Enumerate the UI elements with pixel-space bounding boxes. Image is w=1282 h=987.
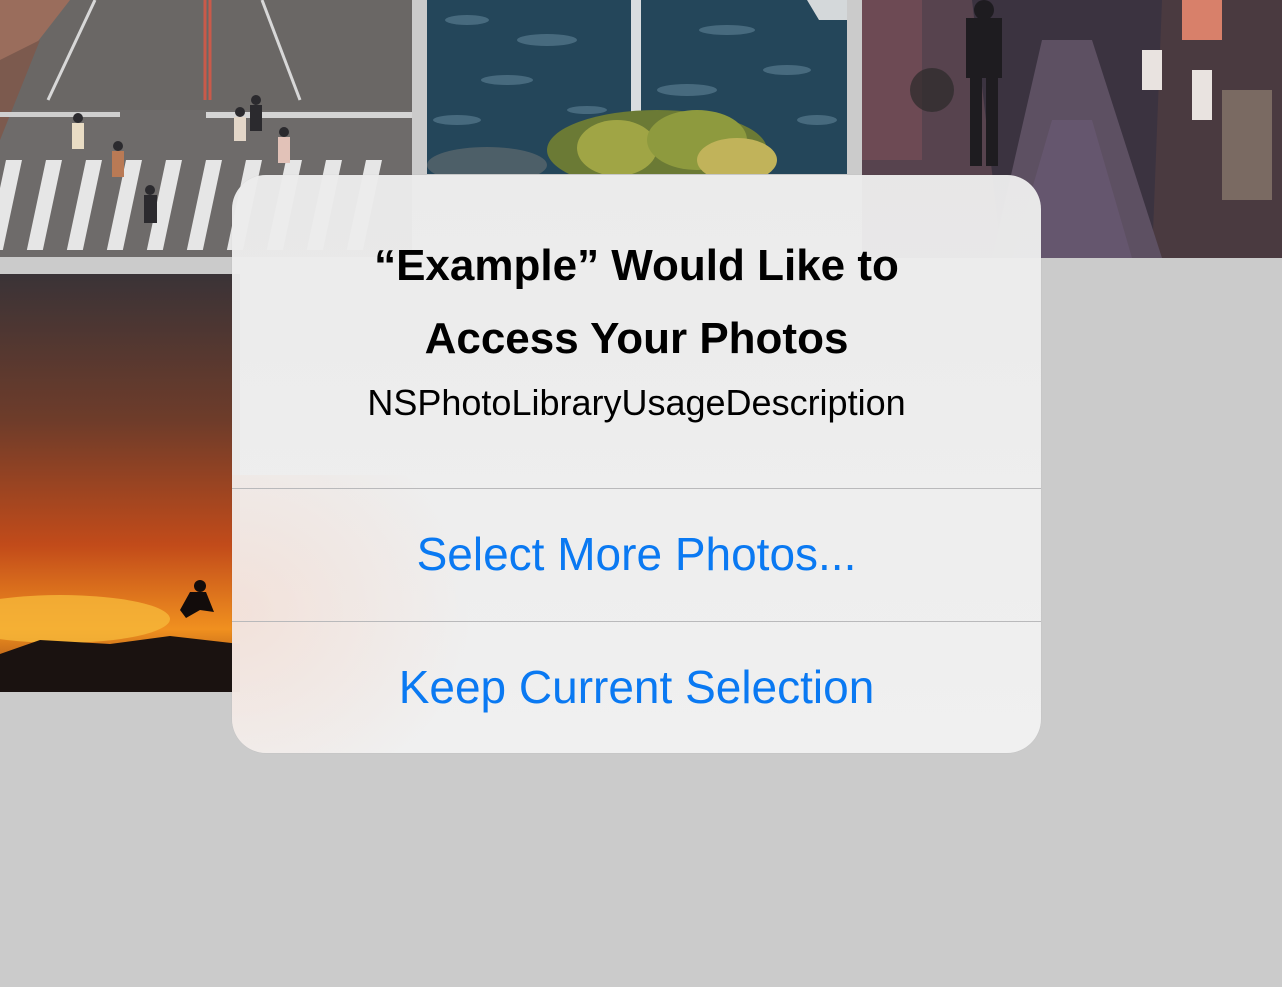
alert-title: “Example” Would Like to Access Your Phot… bbox=[374, 241, 899, 363]
alert-header: “Example” Would Like to Access Your Phot… bbox=[232, 175, 1041, 488]
permission-alert-dialog: “Example” Would Like to Access Your Phot… bbox=[232, 175, 1041, 753]
photo-river[interactable] bbox=[427, 0, 847, 174]
alert-message: NSPhotoLibraryUsageDescription bbox=[367, 382, 906, 423]
keep-current-selection-button[interactable]: Keep Current Selection bbox=[232, 622, 1041, 753]
photo-sunset[interactable] bbox=[0, 274, 240, 692]
select-more-photos-button[interactable]: Select More Photos... bbox=[232, 489, 1041, 620]
